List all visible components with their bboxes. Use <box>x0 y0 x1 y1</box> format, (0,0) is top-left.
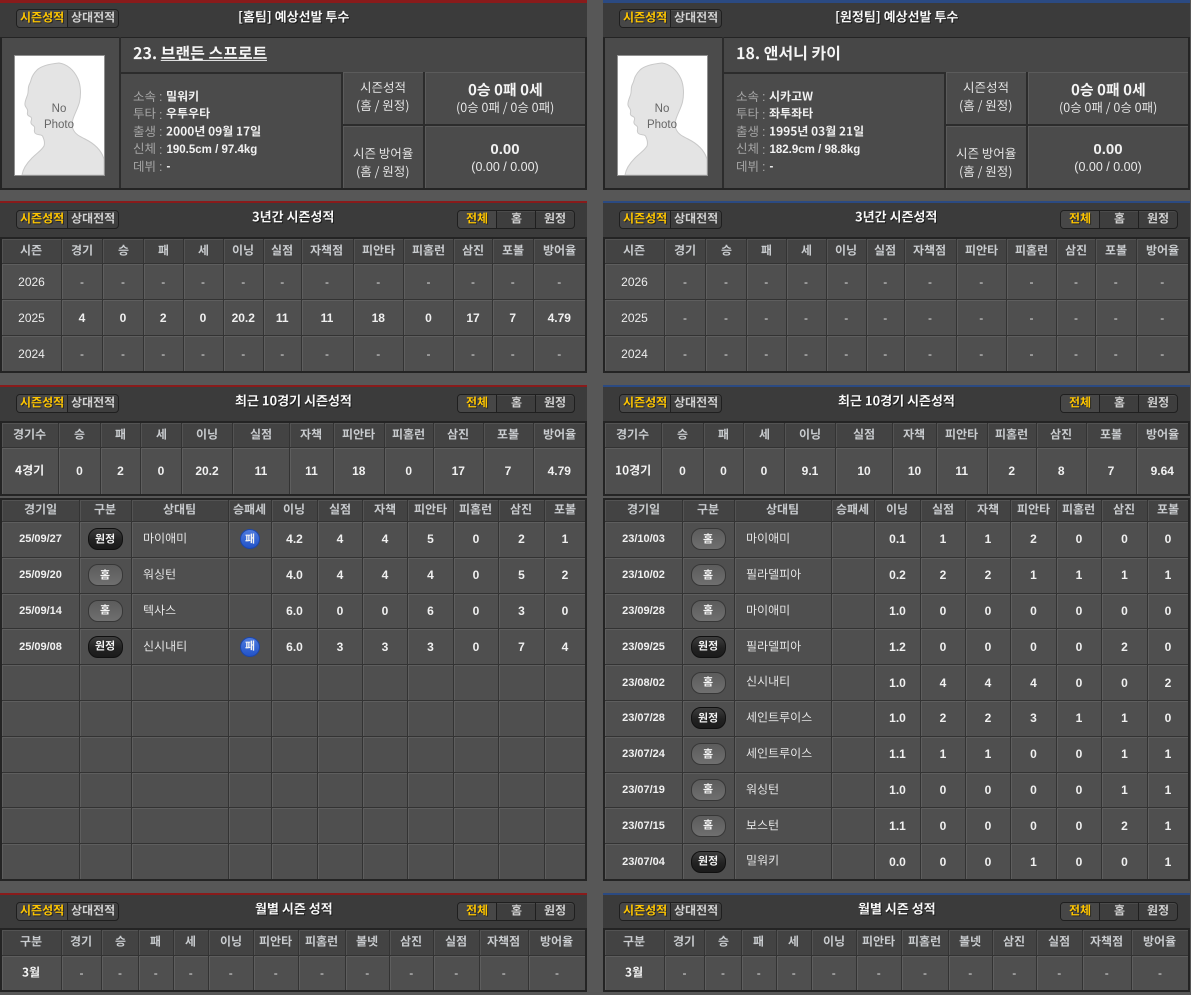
svg-text:No: No <box>655 103 670 115</box>
svg-text:Photo: Photo <box>647 119 677 131</box>
svg-text:Photo: Photo <box>44 119 74 131</box>
svg-text:No: No <box>52 103 67 115</box>
